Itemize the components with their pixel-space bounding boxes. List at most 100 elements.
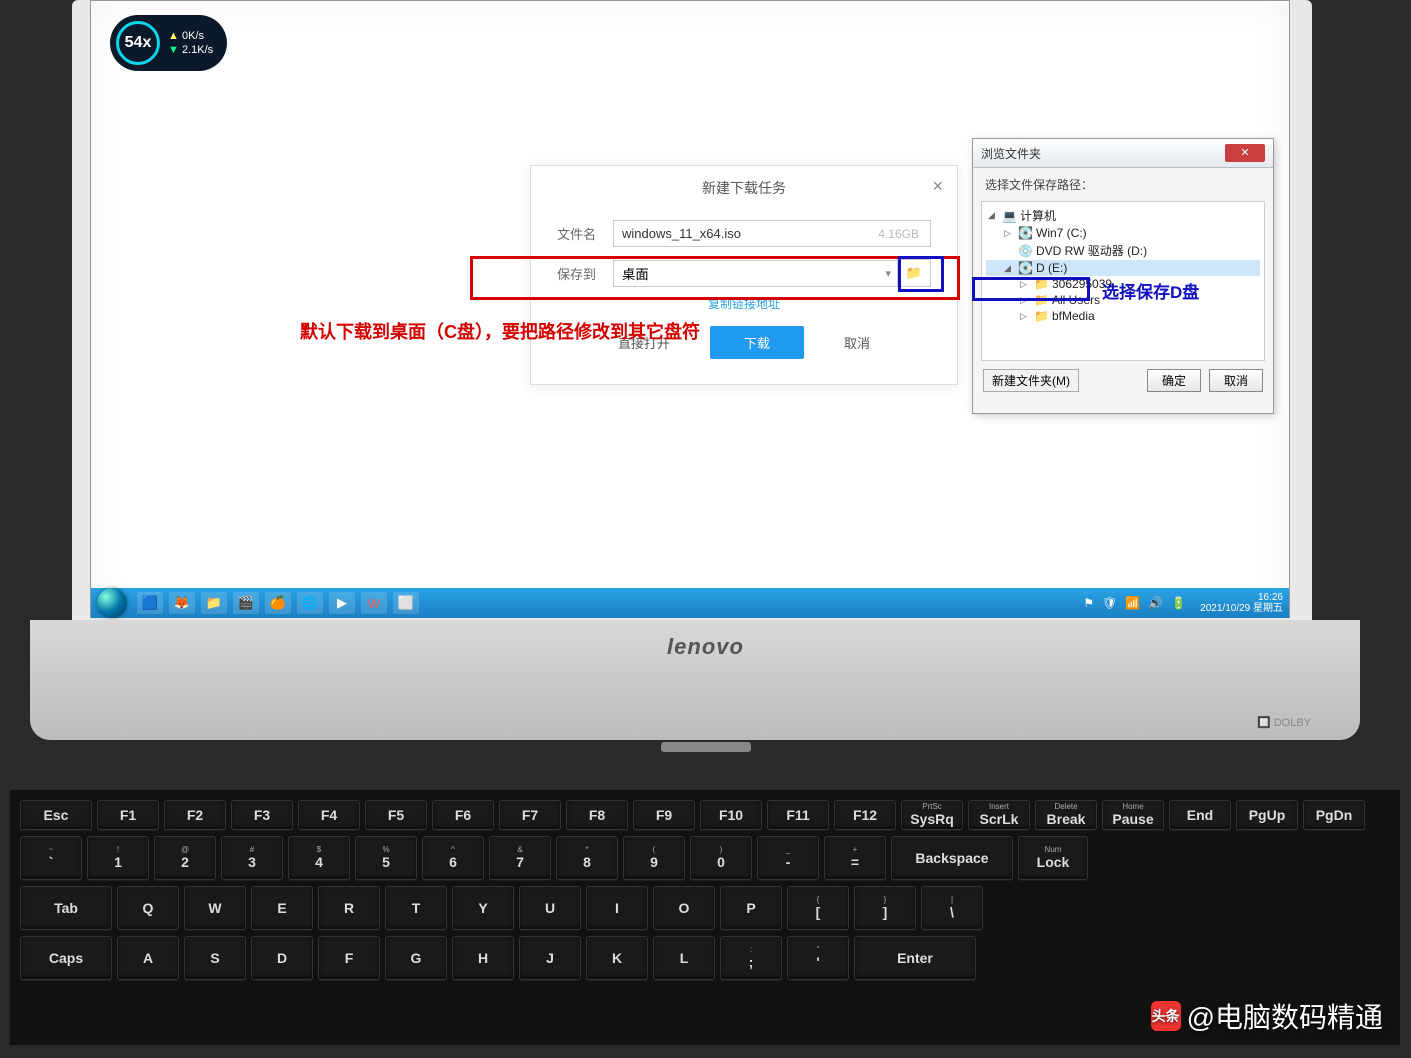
key-f5[interactable]: F5 <box>365 800 427 830</box>
key-backspace[interactable]: Backspace <box>891 836 1013 880</box>
key-[interactable]: {[ <box>787 886 849 930</box>
key-r[interactable]: R <box>318 886 380 930</box>
key-[interactable]: |\ <box>921 886 983 930</box>
key-pgup[interactable]: PgUp <box>1236 800 1298 830</box>
key-p[interactable]: P <box>720 886 782 930</box>
start-button[interactable] <box>97 588 127 618</box>
key-0[interactable]: )0 <box>690 836 752 880</box>
key-d[interactable]: D <box>251 936 313 980</box>
tree-d-drive[interactable]: ◢💽D (E:) <box>986 260 1260 276</box>
new-folder-button[interactable]: 新建文件夹(M) <box>983 369 1079 392</box>
key-8[interactable]: *8 <box>556 836 618 880</box>
tray-battery-icon[interactable]: 🔋 <box>1171 596 1186 610</box>
key-f8[interactable]: F8 <box>566 800 628 830</box>
download-button[interactable]: 下载 <box>710 326 804 359</box>
key-pause[interactable]: HomePause <box>1102 800 1164 830</box>
key-f10[interactable]: F10 <box>700 800 762 830</box>
drive-icon: 💽 <box>1018 226 1032 240</box>
key-q[interactable]: Q <box>117 886 179 930</box>
tree-win7[interactable]: ▷💽Win7 (C:) <box>986 225 1260 241</box>
key-3[interactable]: #3 <box>221 836 283 880</box>
key-[interactable]: "' <box>787 936 849 980</box>
taskbar[interactable]: 🟦 🦊 📁 🎬 🍊 🌐 ▶ W ⬜ ⚑ 🛡 📶 🔊 🔋 16:26 2021/1… <box>91 588 1289 618</box>
key-caps[interactable]: Caps <box>20 936 112 980</box>
key-2[interactable]: @2 <box>154 836 216 880</box>
key-[interactable]: += <box>824 836 886 880</box>
key-o[interactable]: O <box>653 886 715 930</box>
tray-flag-icon[interactable]: ⚑ <box>1083 596 1094 610</box>
key-5[interactable]: %5 <box>355 836 417 880</box>
browse-close-icon[interactable]: ✕ <box>1225 144 1265 162</box>
key-7[interactable]: &7 <box>489 836 551 880</box>
taskbar-app-4[interactable]: 🎬 <box>233 592 259 614</box>
key-y[interactable]: Y <box>452 886 514 930</box>
tray-volume-icon[interactable]: 🔊 <box>1148 596 1163 610</box>
key-f6[interactable]: F6 <box>432 800 494 830</box>
tree-folder3[interactable]: ▷📁bfMedia <box>986 308 1260 324</box>
browse-cancel-button[interactable]: 取消 <box>1209 369 1263 392</box>
key-f9[interactable]: F9 <box>633 800 695 830</box>
close-icon[interactable]: × <box>932 176 943 197</box>
taskbar-app-9[interactable]: ⬜ <box>393 592 419 614</box>
key-end[interactable]: End <box>1169 800 1231 830</box>
key-i[interactable]: I <box>586 886 648 930</box>
key-f11[interactable]: F11 <box>767 800 829 830</box>
key-w[interactable]: W <box>184 886 246 930</box>
key-f3[interactable]: F3 <box>231 800 293 830</box>
key-4[interactable]: $4 <box>288 836 350 880</box>
taskbar-app-2[interactable]: 🦊 <box>169 592 195 614</box>
key-[interactable]: :; <box>720 936 782 980</box>
key-f7[interactable]: F7 <box>499 800 561 830</box>
taskbar-app-5[interactable]: 🍊 <box>265 592 291 614</box>
taskbar-app-1[interactable]: 🟦 <box>137 592 163 614</box>
key-f4[interactable]: F4 <box>298 800 360 830</box>
key-break[interactable]: DeleteBreak <box>1035 800 1097 830</box>
annotation-red-box <box>470 256 960 300</box>
key-lock[interactable]: NumLock <box>1018 836 1088 880</box>
key-esc[interactable]: Esc <box>20 800 92 830</box>
key-enter[interactable]: Enter <box>854 936 976 980</box>
key-u[interactable]: U <box>519 886 581 930</box>
tray-shield-icon[interactable]: 🛡 <box>1102 596 1117 610</box>
taskbar-clock[interactable]: 16:26 2021/10/29 星期五 <box>1194 592 1283 614</box>
speed-up: ▲ 0K/s <box>168 29 213 43</box>
tree-computer[interactable]: ◢💻计算机 <box>986 206 1260 225</box>
key-e[interactable]: E <box>251 886 313 930</box>
key-g[interactable]: G <box>385 936 447 980</box>
key-s[interactable]: S <box>184 936 246 980</box>
filesize: 4.16GB <box>878 227 919 241</box>
computer-icon: 💻 <box>1002 209 1016 223</box>
key-k[interactable]: K <box>586 936 648 980</box>
key-6[interactable]: ^6 <box>422 836 484 880</box>
key-f1[interactable]: F1 <box>97 800 159 830</box>
key-j[interactable]: J <box>519 936 581 980</box>
taskbar-app-8[interactable]: W <box>361 592 387 614</box>
key-f2[interactable]: F2 <box>164 800 226 830</box>
tray-network-icon[interactable]: 📶 <box>1125 596 1140 610</box>
speed-widget[interactable]: 54x ▲ 0K/s ▼ 2.1K/s <box>110 15 227 71</box>
cancel-button[interactable]: 取消 <box>844 333 870 352</box>
speed-down: ▼ 2.1K/s <box>168 43 213 57</box>
taskbar-app-7[interactable]: ▶ <box>329 592 355 614</box>
key-[interactable]: }] <box>854 886 916 930</box>
key-t[interactable]: T <box>385 886 447 930</box>
key-9[interactable]: (9 <box>623 836 685 880</box>
key-[interactable]: _- <box>757 836 819 880</box>
key-tab[interactable]: Tab <box>20 886 112 930</box>
key-1[interactable]: !1 <box>87 836 149 880</box>
key-f12[interactable]: F12 <box>834 800 896 830</box>
key-a[interactable]: A <box>117 936 179 980</box>
key-[interactable]: ~` <box>20 836 82 880</box>
key-l[interactable]: L <box>653 936 715 980</box>
key-scrlk[interactable]: InsertScrLk <box>968 800 1030 830</box>
key-sysrq[interactable]: PrtScSysRq <box>901 800 963 830</box>
dolby-label: 🔲 DOLBY <box>1257 716 1311 729</box>
key-f[interactable]: F <box>318 936 380 980</box>
taskbar-app-6[interactable]: 🌐 <box>297 592 323 614</box>
annotation-blue-text: 选择保存D盘 <box>1102 278 1199 303</box>
taskbar-app-3[interactable]: 📁 <box>201 592 227 614</box>
key-h[interactable]: H <box>452 936 514 980</box>
key-pgdn[interactable]: PgDn <box>1303 800 1365 830</box>
tree-dvd[interactable]: 💿DVD RW 驱动器 (D:) <box>986 241 1260 260</box>
browse-ok-button[interactable]: 确定 <box>1147 369 1201 392</box>
